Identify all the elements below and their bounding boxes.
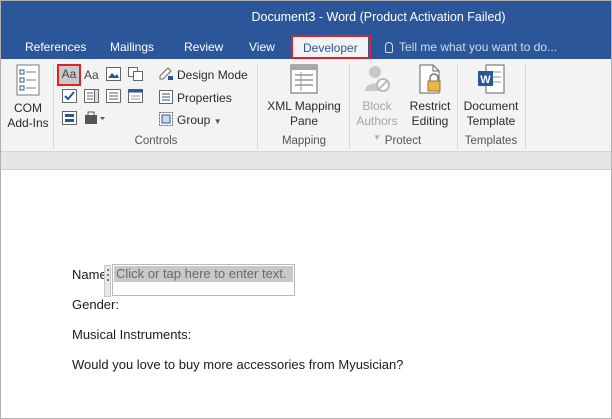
restrict-editing-button[interactable]: Restrict Editing [405, 63, 455, 129]
group-button[interactable]: Group ▼ [159, 112, 222, 127]
accessories-question: Would you love to buy more accessories f… [72, 357, 404, 372]
document-template-label-2: Template [466, 114, 516, 128]
word-window: Document3 - Word (Product Activation Fai… [0, 0, 612, 419]
properties-icon [159, 90, 173, 104]
ribbon-tabs: References Mailings Review View Develope… [1, 35, 611, 59]
separator [53, 63, 54, 149]
plain-text-control-icon[interactable]: Aa [84, 68, 99, 82]
tab-developer[interactable]: Developer [293, 36, 368, 59]
checkbox-control-icon[interactable] [62, 89, 77, 103]
repeating-section-icon[interactable] [62, 111, 77, 125]
tab-review[interactable]: Review [184, 35, 223, 59]
group-icon [159, 112, 173, 126]
ruler-band [1, 152, 611, 170]
restrict-editing-label-2: Editing [411, 114, 449, 128]
design-mode-button[interactable]: Design Mode [159, 67, 248, 82]
lightbulb-icon [385, 42, 393, 53]
xml-mapping-label-1: XML Mapping [267, 99, 341, 113]
com-addins-label-1: COM [14, 101, 42, 115]
xml-mapping-pane-icon [290, 64, 318, 94]
svg-text:W: W [480, 74, 491, 86]
date-picker-icon[interactable] [128, 89, 143, 103]
document-template-label-1: Document [463, 99, 519, 113]
group-label: Group [177, 113, 211, 127]
tab-references[interactable]: References [25, 35, 86, 59]
templates-group-label: Templates [464, 135, 518, 147]
picture-control-icon[interactable] [106, 67, 121, 81]
com-addins-icon [16, 64, 40, 96]
tab-mailings[interactable]: Mailings [110, 35, 154, 59]
protect-group-label: Protect [384, 135, 422, 147]
window-title: Document3 - Word (Product Activation Fai… [251, 10, 506, 24]
com-addins-button[interactable]: COM Add-Ins [3, 63, 53, 131]
document-template-icon: W [478, 64, 505, 94]
mapping-group-label: Mapping [281, 135, 327, 147]
dropdown-list-icon[interactable] [106, 89, 121, 103]
block-authors-button: Block Authors ▼ [351, 63, 403, 145]
document-page[interactable]: Name: Click or tap here to enter text. G… [1, 170, 611, 418]
separator [457, 63, 458, 149]
block-authors-label-2: Authors [356, 114, 398, 128]
instruments-label: Musical Instruments: [72, 327, 192, 342]
block-authors-icon [365, 66, 390, 92]
tab-view[interactable]: View [249, 35, 275, 59]
combo-box-icon[interactable] [84, 89, 99, 103]
ribbon: COM Add-Ins Aa Aa Design Mode Properties… [1, 59, 611, 152]
separator [525, 63, 526, 149]
gender-label: Gender: [72, 297, 119, 312]
properties-label: Properties [177, 91, 232, 105]
com-addins-label-2: Add-Ins [7, 116, 49, 130]
design-mode-icon [159, 67, 173, 80]
legacy-tools-icon[interactable] [84, 111, 106, 125]
separator [257, 63, 258, 149]
content-control-handle[interactable] [104, 265, 111, 297]
building-block-icon[interactable] [128, 67, 143, 81]
restrict-editing-icon [419, 64, 441, 94]
title-bar: Document3 - Word (Product Activation Fai… [1, 1, 611, 59]
separator [349, 63, 350, 149]
properties-button[interactable]: Properties [159, 90, 232, 105]
content-control-placeholder[interactable]: Click or tap here to enter text. [114, 266, 293, 282]
document-template-button[interactable]: W Document Template [459, 63, 523, 129]
rich-text-control-icon[interactable]: Aa [59, 66, 79, 84]
design-mode-label: Design Mode [177, 68, 248, 82]
name-content-control[interactable]: Click or tap here to enter text. [112, 264, 295, 296]
controls-group-label: Controls [134, 135, 178, 147]
block-authors-label-1: Block [362, 99, 392, 113]
chevron-down-icon: ▼ [213, 117, 222, 126]
xml-mapping-label-2: Pane [289, 114, 319, 128]
tell-me-search[interactable]: Tell me what you want to do... [385, 35, 557, 59]
restrict-editing-label-1: Restrict [409, 99, 451, 113]
tell-me-placeholder: Tell me what you want to do... [399, 40, 558, 54]
xml-mapping-pane-button[interactable]: XML Mapping Pane [261, 63, 347, 129]
